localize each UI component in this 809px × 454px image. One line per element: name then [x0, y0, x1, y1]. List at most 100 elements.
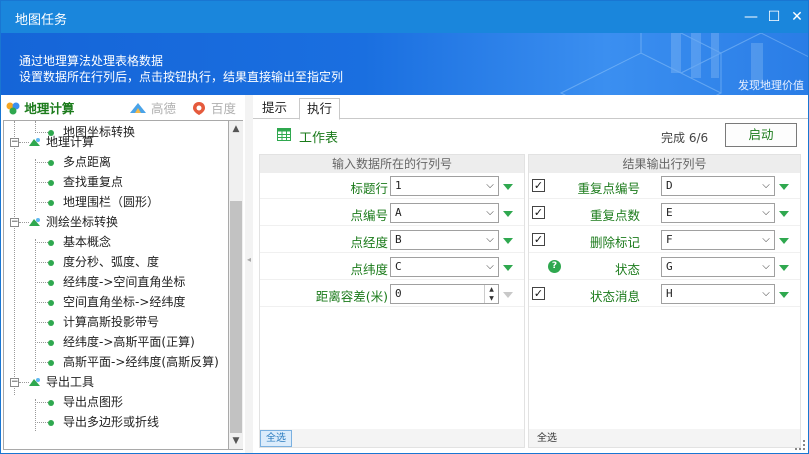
tab-geo-calc[interactable]: 地理计算 — [6, 98, 74, 116]
tab-baidu[interactable]: 百度 — [191, 98, 236, 116]
bullet-icon — [48, 339, 54, 346]
dup-id-checkbox[interactable]: ✓ — [532, 179, 545, 192]
maximize-button[interactable]: ☐ — [764, 7, 784, 27]
tree-item-dms-radian-degree[interactable]: 度分秒、弧度、度 — [48, 252, 159, 272]
grip-icon: ◂ — [247, 255, 252, 264]
delete-flag-select[interactable]: F ⌵ — [661, 230, 775, 250]
title-bar[interactable]: 地图任务 — ☐ ✕ — [1, 1, 808, 33]
resize-grip-icon[interactable] — [795, 440, 805, 450]
tree-group-label: 地理计算 — [46, 135, 95, 149]
tab-tips[interactable]: 提示 — [255, 98, 294, 120]
input-select-all-button[interactable]: 全选 — [260, 430, 292, 447]
tab-baidu-label: 百度 — [210, 101, 236, 116]
output-row-status-message: ✓ 状态消息 H ⌵ — [529, 281, 800, 307]
delete-flag-checkbox[interactable]: ✓ — [532, 233, 545, 246]
function-tree[interactable]: 地图坐标转换 − 地理计算 多点距离 查找重复点 地理围栏（圆形） − 测绘坐标… — [3, 120, 229, 450]
minimize-button[interactable]: — — [741, 7, 761, 27]
banner: 通过地理算法处理表格数据 设置数据所在行列后，点击按钮执行，结果直接输出至指定列… — [1, 33, 808, 95]
tab-execute[interactable]: 执行 — [299, 98, 341, 120]
tree-item-xyz-to-lonlat[interactable]: 空间直角坐标->经纬度 — [48, 292, 185, 312]
status-value: G — [666, 260, 673, 273]
chevron-down-icon: ⌵ — [486, 180, 494, 191]
tree-item-lonlat-to-xyz[interactable]: 经纬度->空间直角坐标 — [48, 272, 185, 292]
tree-item-geofence[interactable]: 地理围栏（圆形） — [48, 192, 159, 212]
tree-scrollbar[interactable]: ▲ ▼ — [229, 120, 243, 450]
output-row-status: ? 状态 G ⌵ — [529, 254, 800, 280]
tree-group-export-tools[interactable]: 导出工具 — [28, 372, 94, 392]
tree-item-basic-concepts[interactable]: 基本概念 — [48, 232, 111, 252]
bullet-icon — [48, 399, 54, 406]
status-message-select[interactable]: H ⌵ — [661, 284, 775, 304]
tree-item-gauss-zone[interactable]: 计算高斯投影带号 — [48, 312, 159, 332]
scroll-down-icon[interactable]: ▼ — [229, 433, 243, 449]
tree-item-export-polygons[interactable]: 导出多边形或折线 — [48, 412, 159, 432]
green-triangle-icon[interactable] — [503, 211, 513, 217]
green-triangle-icon[interactable] — [503, 265, 513, 271]
gaode-icon — [130, 103, 146, 113]
start-button[interactable]: 启动 — [725, 123, 797, 147]
tree-group-label: 导出工具 — [46, 375, 95, 389]
tree-item-find-duplicates[interactable]: 查找重复点 — [48, 172, 123, 192]
banner-slogan: 发现地理价值 — [738, 79, 804, 92]
chevron-down-icon: ⌵ — [762, 261, 770, 272]
dup-id-select[interactable]: D ⌵ — [661, 176, 775, 196]
distance-tolerance-stepper[interactable]: 0 ▲ ▼ — [390, 284, 499, 304]
tree-item-label: 计算高斯投影带号 — [63, 315, 160, 329]
chevron-down-icon: ⌵ — [486, 261, 494, 272]
panel-splitter[interactable]: ◂ — [245, 95, 253, 453]
bullet-icon — [48, 199, 54, 206]
help-icon[interactable]: ? — [548, 260, 561, 273]
bullet-icon — [48, 259, 54, 266]
banner-line-1: 通过地理算法处理表格数据 — [19, 54, 164, 68]
folder-icon — [29, 218, 40, 226]
dup-count-checkbox[interactable]: ✓ — [532, 206, 545, 219]
tree-item-label: 空间直角坐标->经纬度 — [63, 295, 186, 309]
title-row-label: 标题行 — [350, 181, 388, 196]
collapse-toggle[interactable]: − — [10, 218, 19, 227]
tab-gaode[interactable]: 高德 — [129, 98, 176, 116]
worksheet-label: 工作表 — [299, 131, 339, 146]
green-triangle-icon[interactable] — [779, 211, 789, 217]
tree-item-label: 基本概念 — [63, 235, 112, 249]
tree-group-survey-coord[interactable]: 测绘坐标转换 — [28, 212, 118, 232]
input-row-longitude: 点经度 B ⌵ — [260, 227, 524, 253]
distance-tolerance-value: 0 — [395, 287, 402, 300]
status-select[interactable]: G ⌵ — [661, 257, 775, 277]
baidu-icon — [193, 102, 205, 115]
delete-flag-label: 删除标记 — [589, 235, 640, 250]
tree-item-multi-point-distance[interactable]: 多点距离 — [48, 152, 111, 172]
latitude-select[interactable]: C ⌵ — [390, 257, 499, 277]
green-triangle-icon[interactable] — [779, 184, 789, 190]
green-triangle-icon[interactable] — [503, 184, 513, 190]
output-row-delete-flag: ✓ 删除标记 F ⌵ — [529, 227, 800, 253]
collapse-toggle[interactable]: − — [10, 138, 19, 147]
worksheet-icon — [277, 128, 291, 141]
collapse-toggle[interactable]: − — [10, 378, 19, 387]
execute-content: 工作表 完成 6/6 启动 输入数据所在的行列号 标题行 1⌵ 点编号 A⌵ — [253, 119, 808, 453]
tree-item-gauss-inverse[interactable]: 高斯平面->经纬度(高斯反算) — [48, 352, 219, 372]
green-triangle-icon[interactable] — [779, 292, 789, 298]
latitude-label: 点纬度 — [350, 262, 388, 277]
tree-group-geo-calc[interactable]: 地理计算 — [28, 132, 94, 152]
point-id-select[interactable]: A ⌵ — [390, 203, 499, 223]
bullet-icon — [48, 359, 54, 366]
green-triangle-icon[interactable] — [779, 265, 789, 271]
output-select-all-button[interactable]: 全选 — [537, 431, 557, 446]
title-row-select[interactable]: 1 ⌵ — [390, 176, 499, 196]
dup-count-select[interactable]: E ⌵ — [661, 203, 775, 223]
close-button[interactable]: ✕ — [787, 7, 807, 27]
title-row-value: 1 — [395, 179, 402, 192]
tree-item-export-points[interactable]: 导出点图形 — [48, 392, 123, 412]
status-message-checkbox[interactable]: ✓ — [532, 287, 545, 300]
status-message-value: H — [666, 287, 673, 300]
tree-item-gauss-forward[interactable]: 经纬度->高斯平面(正算) — [48, 332, 195, 352]
green-triangle-icon[interactable] — [503, 238, 513, 244]
scroll-up-icon[interactable]: ▲ — [229, 121, 243, 137]
longitude-select[interactable]: B ⌵ — [390, 230, 499, 250]
chevron-down-icon: ⌵ — [762, 207, 770, 218]
green-triangle-icon[interactable] — [779, 238, 789, 244]
input-row-point-id: 点编号 A ⌵ — [260, 200, 524, 226]
tree-item-label: 多点距离 — [63, 155, 112, 169]
spinner-arrows-icon[interactable]: ▲ ▼ — [484, 285, 498, 303]
scroll-thumb[interactable] — [230, 201, 242, 433]
